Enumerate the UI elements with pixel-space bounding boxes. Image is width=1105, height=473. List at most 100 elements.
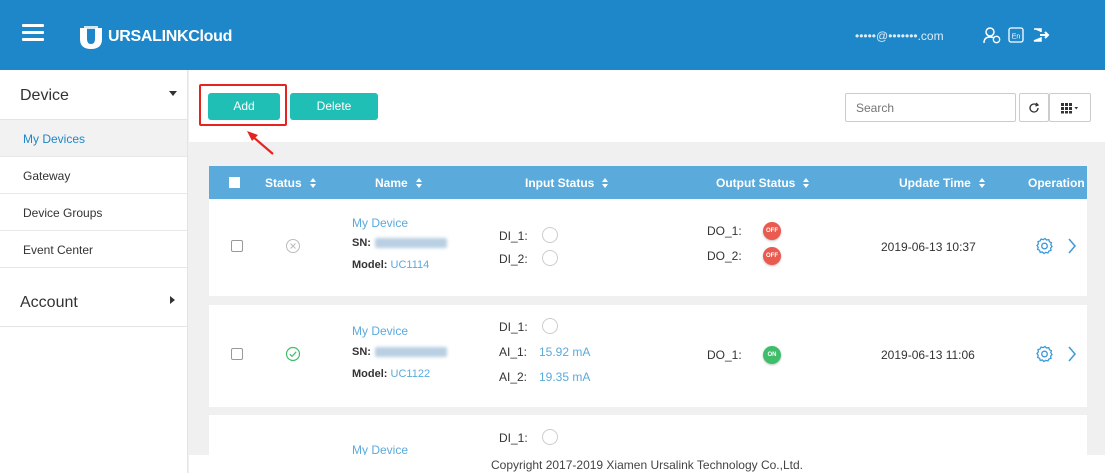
sort-icon <box>803 178 810 188</box>
sort-icon <box>309 178 317 188</box>
sort-icon <box>415 178 423 188</box>
sort-icon <box>978 178 986 188</box>
table-row: My Device DI_1: <box>209 415 1087 457</box>
column-header-label: Input Status <box>525 176 595 190</box>
refresh-icon <box>1029 102 1040 113</box>
menu-icon[interactable] <box>22 24 44 42</box>
refresh-button[interactable] <box>1019 93 1049 122</box>
sidebar-item-my-devices[interactable]: My Devices <box>0 120 187 157</box>
sort-icon <box>602 178 609 188</box>
input-indicator-icon <box>542 250 558 266</box>
sidebar-item-label: Device Groups <box>23 206 103 220</box>
sidebar-item-label: Gateway <box>23 169 71 183</box>
select-all-checkbox[interactable] <box>229 177 240 188</box>
sidebar: Device My Devices Gateway Device Groups … <box>0 70 188 473</box>
sidebar-item-label: My Devices <box>23 132 86 146</box>
user-email[interactable]: •••••@•••••••.com <box>855 29 944 43</box>
language-label: En <box>1012 34 1021 41</box>
status-offline-icon <box>286 239 300 253</box>
search-input[interactable] <box>845 93 1016 122</box>
column-header-name[interactable]: Name <box>375 176 423 190</box>
table-header: Status Name Input Status Output Status U… <box>209 166 1087 199</box>
redacted-sn <box>374 347 447 358</box>
output-label: DO_2: <box>707 249 742 263</box>
redacted-sn <box>374 238 447 249</box>
user-switch-icon[interactable] <box>983 26 1001 44</box>
column-header-label: Update Time <box>899 176 971 190</box>
logout-icon[interactable] <box>1032 26 1050 44</box>
logo-text: URSALINKCloud <box>108 28 233 45</box>
input-label: AI_2: <box>499 370 528 384</box>
column-header-label: Status <box>265 176 302 190</box>
chevron-right-icon[interactable] <box>1067 345 1077 363</box>
column-header-update-time[interactable]: Update Time <box>899 176 986 190</box>
device-sn: SN: <box>352 237 447 249</box>
sn-label: SN: <box>352 237 371 249</box>
model-label: Model: <box>352 259 388 271</box>
ursalink-logo-mark-icon <box>80 26 102 49</box>
model-value: UC1114 <box>390 259 430 271</box>
columns-toggle-button[interactable] <box>1049 93 1091 122</box>
sidebar-item-event-center[interactable]: Event Center <box>0 231 187 268</box>
output-toggle[interactable]: ON <box>763 346 781 364</box>
row-checkbox[interactable] <box>231 240 243 252</box>
input-value: 19.35 mA <box>539 370 591 384</box>
column-header-status[interactable]: Status <box>265 176 317 190</box>
device-model: Model: UC1122 <box>352 368 430 380</box>
ursalink-logo[interactable]: URSALINKCloud <box>76 24 232 50</box>
sidebar-section-label: Account <box>20 294 78 311</box>
column-header-label: Output Status <box>716 176 796 190</box>
input-label: DI_1: <box>499 229 528 243</box>
column-header-output-status[interactable]: Output Status <box>716 176 810 190</box>
column-header-label: Name <box>375 176 408 190</box>
row-checkbox[interactable] <box>231 348 243 360</box>
output-toggle[interactable]: OFF <box>763 247 781 265</box>
model-value: UC1122 <box>390 368 431 380</box>
device-sn: SN: <box>352 346 447 358</box>
toolbar: Add Delete <box>189 70 1105 142</box>
caret-down-icon <box>169 91 177 96</box>
output-label: DO_1: <box>707 348 742 362</box>
table-row: My Device SN: Model: UC1114 DI_1: DI_2: … <box>209 199 1087 296</box>
input-label: DI_1: <box>499 320 528 334</box>
output-label: DO_1: <box>707 224 742 238</box>
input-value: 15.92 mA <box>539 345 591 359</box>
input-label: DI_2: <box>499 252 528 266</box>
device-name-link[interactable]: My Device <box>352 324 408 338</box>
update-time: 2019-06-13 11:06 <box>881 348 975 362</box>
input-label: DI_1: <box>499 431 528 445</box>
device-name-link[interactable]: My Device <box>352 216 408 230</box>
chevron-right-icon[interactable] <box>1067 237 1077 255</box>
settings-gear-icon[interactable] <box>1036 345 1054 363</box>
delete-button[interactable]: Delete <box>290 93 378 120</box>
add-button[interactable]: Add <box>208 93 280 120</box>
table-row: My Device SN: Model: UC1122 DI_1: AI_1: … <box>209 305 1087 407</box>
sn-label: SN: <box>352 346 371 358</box>
sidebar-item-device-groups[interactable]: Device Groups <box>0 194 187 231</box>
update-time: 2019-06-13 10:37 <box>881 240 976 254</box>
device-model: Model: UC1114 <box>352 259 429 271</box>
language-en-icon[interactable]: En <box>1007 26 1025 44</box>
column-header-input-status[interactable]: Input Status <box>525 176 609 190</box>
sidebar-section-label: Device <box>20 87 69 104</box>
caret-right-icon <box>170 296 175 304</box>
input-label: AI_1: <box>499 345 528 359</box>
input-indicator-icon <box>542 318 558 334</box>
output-toggle[interactable]: OFF <box>763 222 781 240</box>
sidebar-section-device[interactable]: Device <box>0 70 187 120</box>
footer: Copyright 2017-2019 Xiamen Ursalink Tech… <box>189 455 1105 473</box>
sidebar-section-account[interactable]: Account <box>0 277 187 327</box>
settings-gear-icon[interactable] <box>1036 237 1054 255</box>
column-header-operation: Operation <box>1028 176 1085 190</box>
sidebar-item-gateway[interactable]: Gateway <box>0 157 187 194</box>
top-header: URSALINKCloud •••••@•••••••.com En <box>0 0 1105 70</box>
status-online-icon <box>285 346 301 362</box>
copyright-text: Copyright 2017-2019 Xiamen Ursalink Tech… <box>491 458 803 472</box>
input-indicator-icon <box>542 227 558 243</box>
column-header-label: Operation <box>1028 176 1085 190</box>
sidebar-item-label: Event Center <box>23 243 94 257</box>
main-content: Add Delete Status Name Input Status Outp… <box>189 70 1105 473</box>
model-label: Model: <box>352 368 388 380</box>
input-indicator-icon <box>542 429 558 445</box>
grid-icon <box>1061 102 1078 113</box>
